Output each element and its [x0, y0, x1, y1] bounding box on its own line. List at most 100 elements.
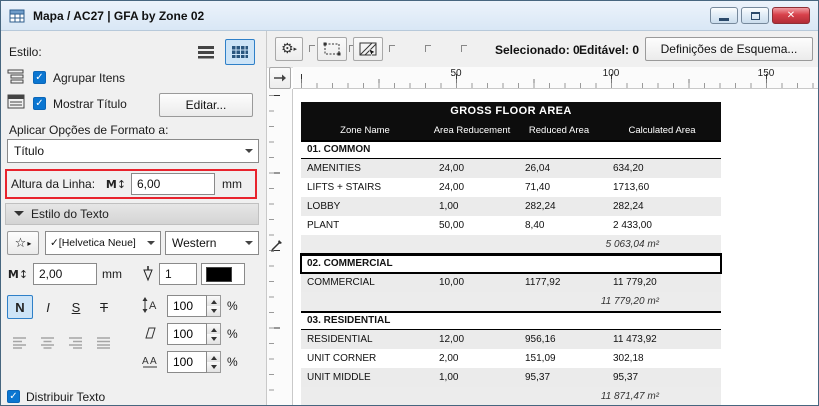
bold-button[interactable]: N	[7, 295, 33, 319]
svg-text:A: A	[150, 356, 157, 367]
table-row[interactable]: UNIT CORNER 2,00 151,09 302,18	[301, 349, 721, 368]
table-row[interactable]: LIFTS + STAIRS 24,00 71,40 1713,60	[301, 178, 721, 197]
distribuir-label: Distribuir Texto	[26, 390, 106, 404]
vertical-ruler[interactable]	[267, 89, 293, 405]
ruler-origin-icon	[274, 74, 286, 82]
chevron-down-icon	[147, 241, 155, 249]
table-row[interactable]: RESIDENTIAL 12,00 956,16 11 473,92	[301, 330, 721, 349]
line-spacing-icon: A	[141, 297, 159, 313]
agrupar-checkbox[interactable]: ✓	[33, 71, 46, 84]
maximize-button[interactable]	[741, 7, 769, 24]
settings-button[interactable]: ⚙ ▸	[275, 37, 303, 61]
minimize-button[interactable]	[710, 7, 738, 24]
align-left-button[interactable]	[7, 331, 33, 355]
table-cell: 26,04	[525, 163, 551, 174]
pen-number-input[interactable]: 1	[159, 263, 197, 285]
marquee-select-button[interactable]	[317, 37, 347, 61]
group-header-row[interactable]: 02. COMMERCIAL	[300, 253, 722, 274]
close-button[interactable]: ✕	[772, 7, 810, 24]
gear-icon: ⚙	[280, 41, 294, 57]
subtotal-row[interactable]: 5 063,04 m²	[301, 235, 721, 254]
horizontal-ruler[interactable]: 50 100 150	[293, 67, 818, 89]
table-cell: COMMERCIAL	[307, 277, 375, 288]
editar-button[interactable]: Editar...	[159, 93, 253, 117]
spinner-down-button[interactable]	[207, 334, 220, 344]
formato-select[interactable]: Título	[7, 139, 259, 163]
scheme-settings-button[interactable]: Definições de Esquema...	[645, 37, 813, 61]
align-right-button[interactable]	[63, 331, 89, 355]
table-row[interactable]: COMMERCIAL 10,00 1177,92 11 779,20	[301, 273, 721, 292]
row-height-input[interactable]: 6,00	[131, 173, 215, 195]
favorites-button[interactable]: ☆ ▸	[7, 231, 39, 255]
slant-unit: %	[227, 327, 238, 341]
script-select[interactable]: Western	[165, 231, 259, 255]
selected-count-label: Selecionado: 0	[495, 43, 580, 57]
toolbar-separator	[389, 45, 395, 52]
spinner-down-button[interactable]	[207, 362, 220, 372]
slant-spinner[interactable]: 100	[167, 323, 221, 345]
mostrar-checkbox[interactable]: ✓	[33, 97, 46, 110]
ruler-mark: 100	[602, 68, 620, 79]
color-sample	[206, 266, 232, 282]
ruler-origin-button[interactable]	[269, 67, 291, 89]
size-unit-label: mm	[102, 267, 122, 281]
table-cell: AMENITIES	[307, 163, 361, 174]
letter-width-spinner[interactable]: 100	[167, 351, 221, 373]
spinner-down-button[interactable]	[207, 306, 220, 316]
group-header-row[interactable]: 01. COMMON	[301, 140, 721, 159]
format-panel: Estilo: ✓ Agrupar Itens ✓ Mostrar Título…	[1, 31, 267, 405]
table-row[interactable]: PLANT 50,00 8,40 2 433,00	[301, 216, 721, 235]
pen-color-swatch[interactable]	[201, 263, 245, 285]
spinner-up-button[interactable]	[207, 296, 220, 306]
line-spacing-unit: %	[227, 299, 238, 313]
texto-section-header[interactable]: Estilo do Texto	[5, 203, 259, 225]
mostrar-label: Mostrar Título	[53, 97, 127, 111]
slant-value[interactable]: 100	[167, 323, 207, 345]
underline-button[interactable]: S	[63, 295, 89, 319]
align-justify-button[interactable]	[91, 331, 117, 355]
table-cell: 282,24	[613, 201, 644, 212]
subtotal-row[interactable]: 11 871,47 m²	[301, 387, 721, 405]
style-form-view-button[interactable]	[191, 39, 221, 65]
strikethrough-button[interactable]: T	[91, 295, 117, 319]
letter-width-value[interactable]: 100	[167, 351, 207, 373]
table-title-row[interactable]: GROSS FLOOR AREA	[301, 102, 721, 121]
arrow-right-icon: ▸	[27, 238, 32, 248]
table-column-header-row[interactable]: Zone Name Area Reducement Reduced Area Calc…	[301, 121, 721, 140]
table-cell: 282,24	[525, 201, 556, 212]
zone-select-button[interactable]	[353, 37, 383, 61]
table-row[interactable]: AMENITIES 24,00 26,04 634,20	[301, 159, 721, 178]
group-items-icon	[7, 69, 25, 84]
zone-icon	[359, 42, 377, 56]
table-row[interactable]: UNIT MIDDLE 1,00 95,37 95,37	[301, 368, 721, 387]
subtotal-row[interactable]: 11 779,20 m²	[301, 292, 721, 311]
italic-button[interactable]: I	[35, 295, 61, 319]
style-table-view-button[interactable]	[225, 39, 255, 65]
toolbar-separator	[425, 45, 431, 52]
distribuir-checkbox[interactable]: ✓	[7, 390, 20, 403]
title-bar[interactable]: Mapa / AC27 | GFA by Zone 02 ✕	[1, 1, 818, 31]
chevron-down-icon	[245, 241, 253, 249]
align-center-icon	[41, 337, 54, 349]
star-icon: ☆	[14, 235, 27, 251]
pen-icon	[139, 263, 157, 285]
table-row[interactable]: LOBBY 1,00 282,24 282,24	[301, 197, 721, 216]
line-spacing-spinner[interactable]: 100	[167, 295, 221, 317]
table-cell: 24,00	[439, 182, 465, 193]
spinner-up-button[interactable]	[207, 352, 220, 362]
table-cell: 8,40	[525, 220, 545, 231]
table-cell: 2,00	[439, 353, 459, 364]
column-header: Reduced Area	[528, 125, 590, 136]
text-size-input[interactable]: 2,00	[33, 263, 97, 285]
dialog-window: Mapa / AC27 | GFA by Zone 02 ✕ Estilo: ✓…	[0, 0, 819, 406]
ruler-mark: 50	[450, 68, 462, 79]
align-center-button[interactable]	[35, 331, 61, 355]
line-spacing-value[interactable]: 100	[167, 295, 207, 317]
group-header-row[interactable]: 03. RESIDENTIAL	[301, 311, 721, 330]
show-title-icon	[7, 94, 25, 109]
font-select[interactable]: ✓[Helvetica Neue]	[45, 231, 161, 255]
close-icon: ✕	[786, 10, 796, 21]
editable-count-label: Editável: 0	[579, 43, 640, 57]
spinner-up-button[interactable]	[207, 324, 220, 334]
table-cell: 2 433,00	[613, 220, 652, 231]
